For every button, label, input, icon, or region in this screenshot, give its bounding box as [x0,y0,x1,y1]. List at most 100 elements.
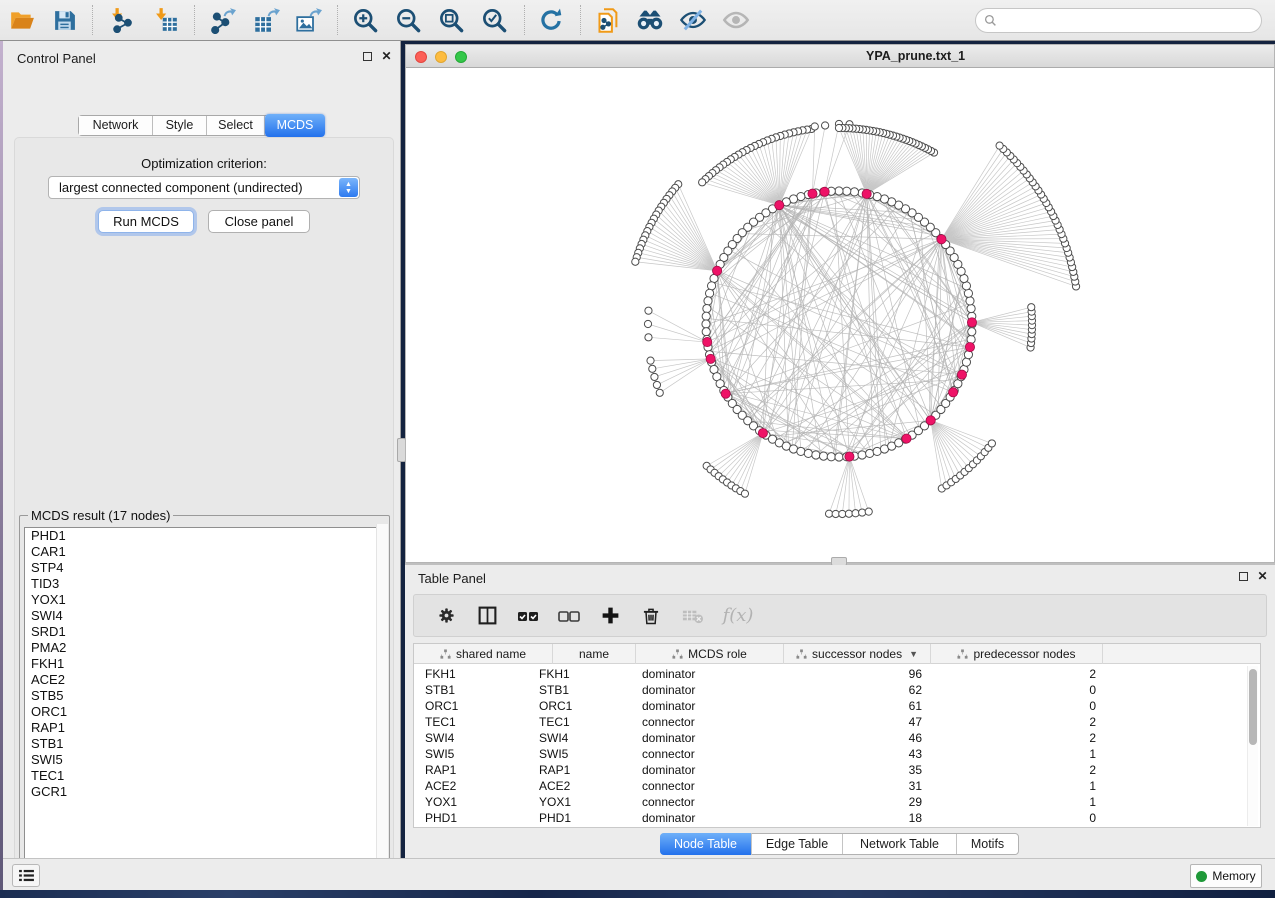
mcds-result-item[interactable]: STP4 [25,560,384,576]
list-icon [19,869,34,882]
refresh-layout-icon[interactable] [535,5,567,35]
status-bar: Memory [3,858,1275,890]
tab-edge-table[interactable]: Edge Table [752,834,843,854]
mcds-result-item[interactable]: SWI5 [25,752,384,768]
mcds-result-item[interactable]: FKH1 [25,656,384,672]
table-scrollbar[interactable] [1247,666,1258,826]
table-tabs: Node Table Edge Table Network Table Moti… [660,833,1019,855]
search-icon [984,14,997,27]
column-header-mcds-role[interactable]: MCDS role [636,644,784,664]
hide-annotations-icon[interactable] [677,5,709,35]
table-row[interactable]: STB1 STB1 dominator 62 0 [414,682,1260,698]
mcds-result-item[interactable]: RAP1 [25,720,384,736]
memory-button[interactable]: Memory [1190,864,1262,888]
export-image-icon[interactable] [292,5,324,35]
table-close-panel-icon[interactable]: ✕ [1256,570,1269,583]
criterion-value: largest connected component (undirected) [59,180,303,195]
mcds-result-item[interactable]: ORC1 [25,704,384,720]
table-settings-gear-icon[interactable] [434,604,458,628]
column-header-shared-name[interactable]: shared name [414,644,553,664]
desktop-wallpaper-bottom [0,890,1275,898]
show-columns-icon[interactable] [475,604,499,628]
mcds-result-item[interactable]: STB1 [25,736,384,752]
column-header-predecessor-nodes[interactable]: predecessor nodes [931,644,1103,664]
zoom-selected-icon[interactable] [478,5,510,35]
dropdown-stepper-icon: ▲▼ [339,178,358,197]
zoom-in-icon[interactable] [349,5,381,35]
float-panel-icon[interactable] [361,51,374,64]
save-session-icon[interactable] [48,5,80,35]
network-window-titlebar[interactable]: YPA_prune.txt_1 [406,45,1274,68]
zoom-fit-icon[interactable] [435,5,467,35]
apply-function-icon: f(x) [721,604,755,628]
delete-row-icon[interactable] [639,604,663,628]
delete-table-icon [680,604,704,628]
global-search[interactable] [975,8,1262,33]
mcds-result-item[interactable]: PMA2 [25,640,384,656]
tab-mcds[interactable]: MCDS [265,114,325,137]
tab-select[interactable]: Select [207,116,265,135]
column-type-icon [672,649,683,660]
run-mcds-button[interactable]: Run MCDS [98,210,194,233]
export-table-icon[interactable] [250,5,282,35]
tab-motifs[interactable]: Motifs [957,834,1018,854]
import-network-icon[interactable] [106,5,138,35]
mcds-result-item[interactable]: PHD1 [25,528,384,544]
column-header-successor-nodes[interactable]: successor nodes ▼ [784,644,931,664]
tab-network[interactable]: Network [79,116,153,135]
table-scrollbar-thumb[interactable] [1249,669,1257,745]
add-row-icon[interactable] [598,604,622,628]
close-panel-icon[interactable]: ✕ [380,50,393,63]
tab-network-table[interactable]: Network Table [843,834,957,854]
window-close-icon[interactable] [415,51,427,63]
control-panel: Control Panel ✕ Network Style Select MCD… [3,41,401,858]
table-row[interactable]: ORC1 ORC1 dominator 61 0 [414,698,1260,714]
mcds-result-item[interactable]: TEC1 [25,768,384,784]
network-canvas[interactable] [406,68,1274,562]
mcds-result-item[interactable]: YOX1 [25,592,384,608]
table-panel: Table Panel ✕ f(x) shared name [405,565,1275,858]
network-graph [406,68,1274,562]
mcds-list-scrollbar[interactable] [376,524,388,874]
table-float-panel-icon[interactable] [1237,571,1250,584]
control-panel-title: Control Panel [17,51,96,66]
mcds-result-item[interactable]: SRD1 [25,624,384,640]
window-zoom-icon[interactable] [455,51,467,63]
mcds-result-item[interactable]: TID3 [25,576,384,592]
window-minimize-icon[interactable] [435,51,447,63]
close-panel-button[interactable]: Close panel [208,210,310,233]
show-annotations-icon [720,5,752,35]
select-all-icon[interactable] [516,604,540,628]
zoom-out-icon[interactable] [392,5,424,35]
mcds-result-title: MCDS result (17 nodes) [28,508,173,523]
criterion-dropdown[interactable]: largest connected component (undirected)… [48,176,360,199]
mcds-result-item[interactable]: CAR1 [25,544,384,560]
open-file-icon[interactable] [6,5,38,35]
mcds-result-item[interactable]: GCR1 [25,784,384,800]
tab-style[interactable]: Style [153,116,207,135]
search-input[interactable] [1002,14,1261,28]
table-row[interactable]: SWI4 SWI4 dominator 46 2 [414,730,1260,746]
deselect-all-icon[interactable] [557,604,581,628]
export-network-icon[interactable] [206,5,238,35]
mcds-result-item[interactable]: ACE2 [25,672,384,688]
search-network-icon[interactable] [634,5,666,35]
table-row[interactable]: FKH1 FKH1 dominator 96 2 [414,666,1260,682]
column-header-name[interactable]: name [553,644,636,664]
table-row[interactable]: TEC1 TEC1 connector 47 2 [414,714,1260,730]
mcds-result-item[interactable]: STB5 [25,688,384,704]
task-history-button[interactable] [12,864,40,887]
table-body: FKH1 FKH1 dominator 96 2 STB1 STB1 domin… [414,666,1260,826]
mcds-result-item[interactable]: SWI4 [25,608,384,624]
import-table-icon[interactable] [150,5,182,35]
control-panel-tabs: Network Style Select MCDS [78,115,325,136]
tab-node-table[interactable]: Node Table [660,833,752,855]
table-row[interactable]: SWI5 SWI5 connector 43 1 [414,746,1260,762]
table-row[interactable]: RAP1 RAP1 dominator 35 2 [414,762,1260,778]
mcds-tab-content: Optimization criterion: largest connecte… [14,137,394,889]
node-table: shared name name MCDS role successor nod… [413,643,1261,828]
table-row[interactable]: YOX1 YOX1 connector 29 1 [414,794,1260,810]
clone-network-icon[interactable] [592,5,624,35]
table-row[interactable]: PHD1 PHD1 dominator 18 0 [414,810,1260,826]
table-row[interactable]: ACE2 ACE2 connector 31 1 [414,778,1260,794]
